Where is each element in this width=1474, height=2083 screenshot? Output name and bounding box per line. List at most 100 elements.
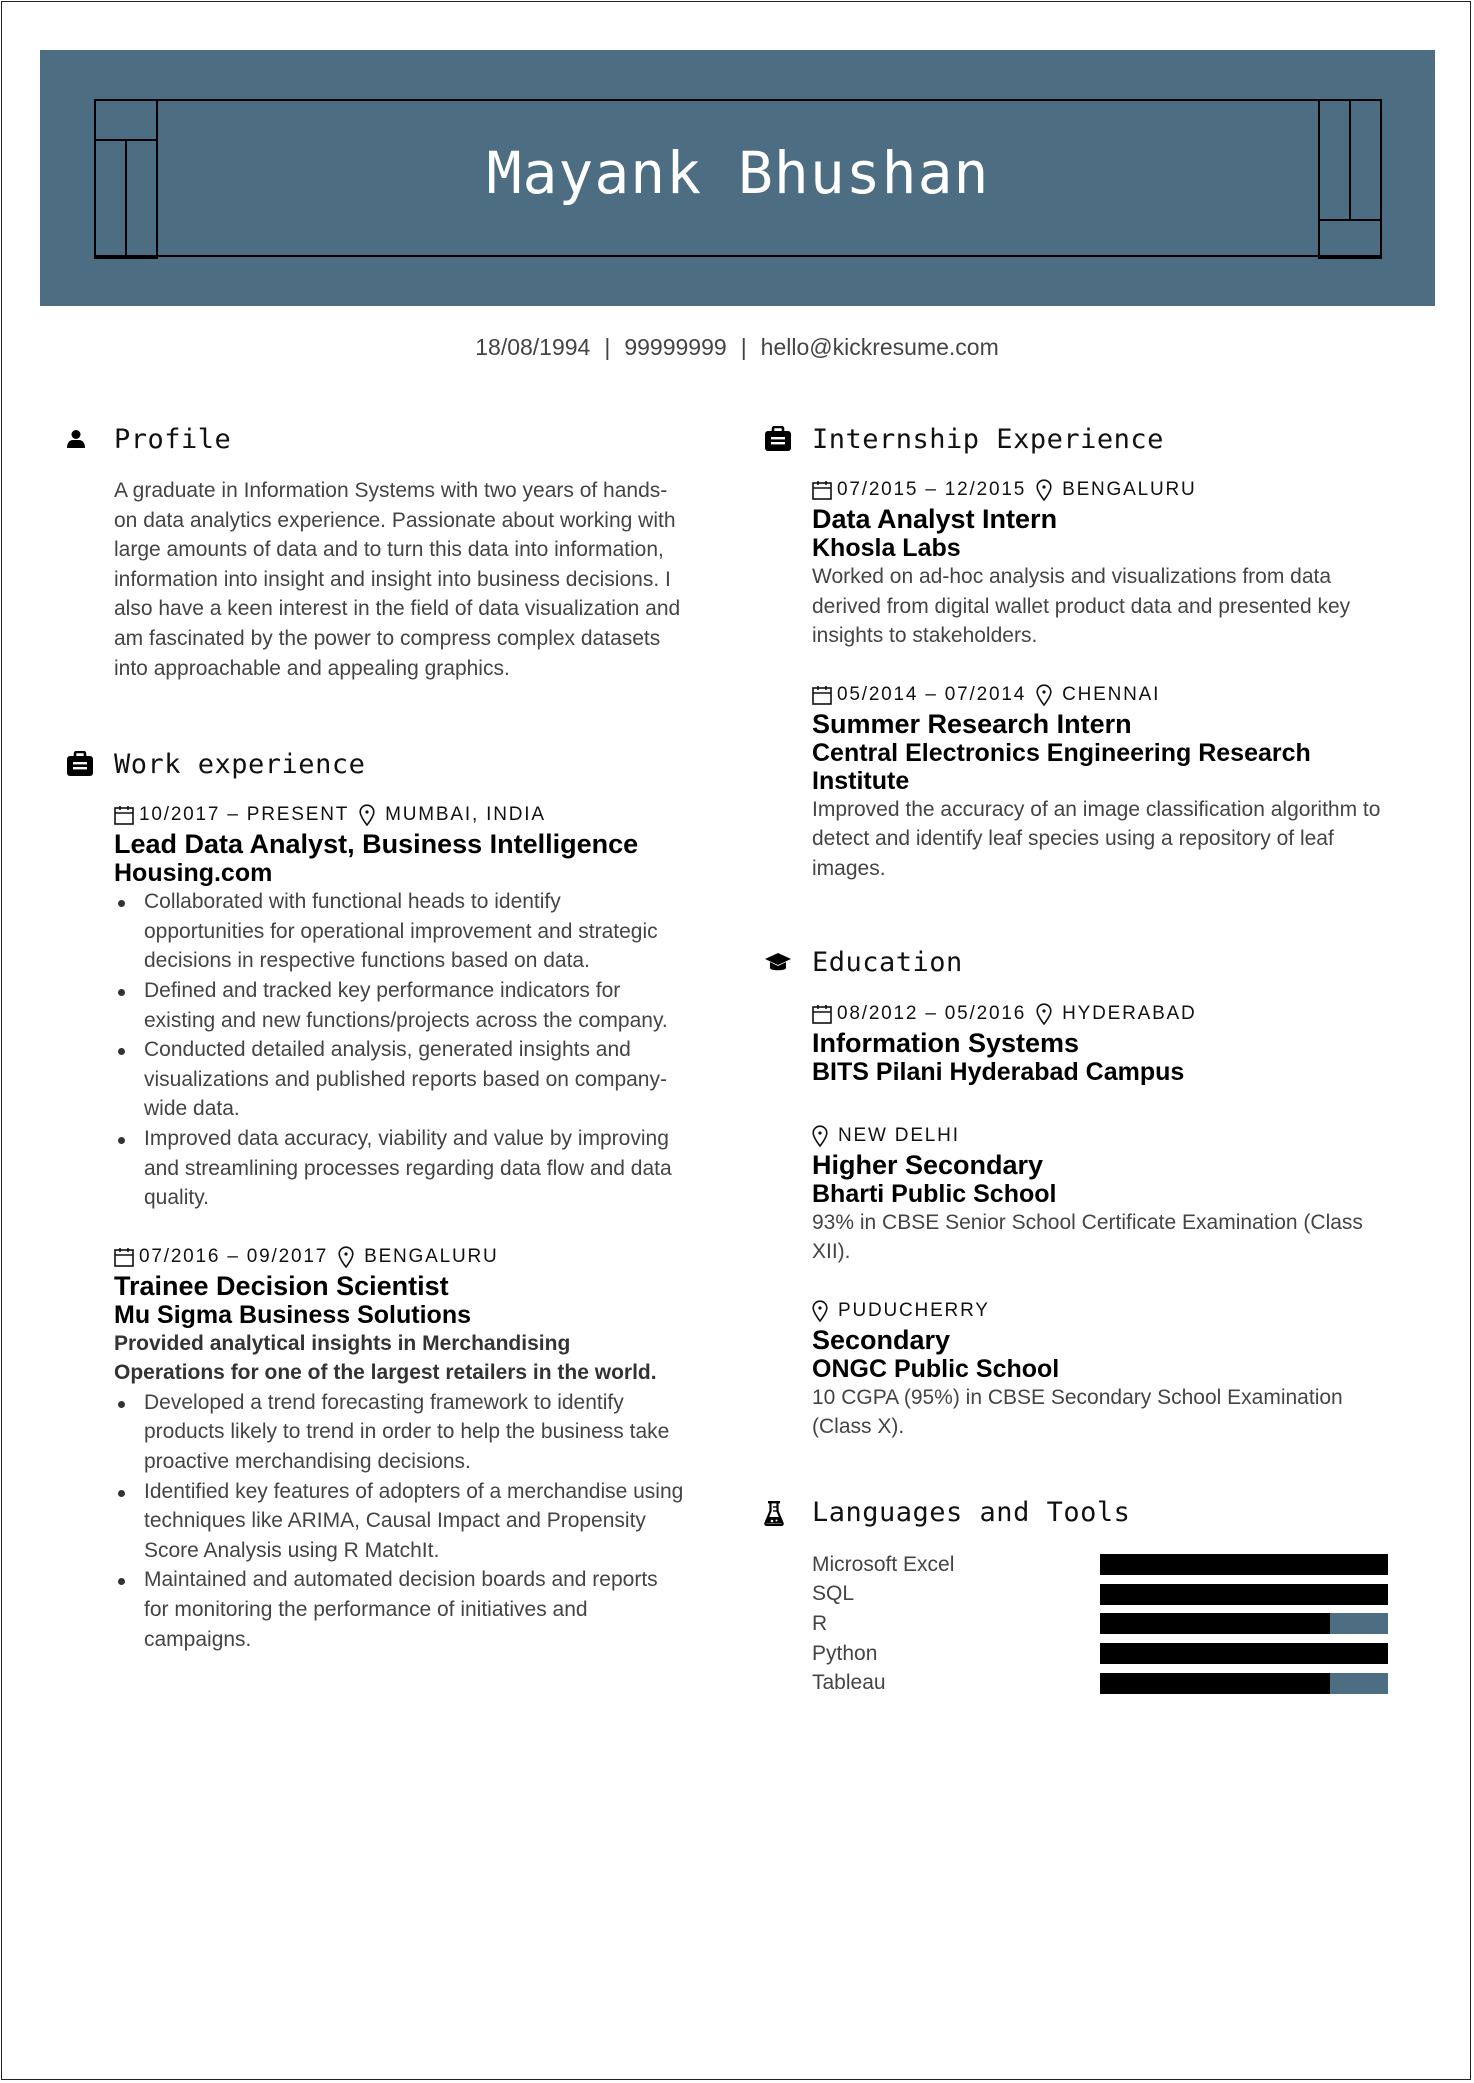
location-pin-icon [812,1300,828,1322]
education-entry: 08/2012 – 05/2016 HYDERABAD Information … [812,1000,1394,1086]
flask-icon [764,1500,812,1526]
responsibility-list: Collaborated with functional heads to id… [114,887,686,1213]
section-header: Education [764,942,1394,984]
frame-decoration [94,99,158,141]
entry-location: BENGALURU [364,1245,499,1267]
skills-section: Languages and Tools Microsoft Excel SQL … [764,1492,1394,1698]
entry-dates: 10/2017 – PRESENT [139,804,350,826]
degree-name: Secondary [812,1324,951,1355]
entry-description: Worked on ad-hoc analysis and visualizat… [812,565,1351,648]
email-address[interactable]: hello@kickresume.com [761,334,999,360]
entry-location: PUDUCHERRY [838,1299,990,1321]
profile-text: A graduate in Information Systems with t… [114,479,681,680]
skill-level-bar [1100,1643,1388,1665]
skill-level-fill [1100,1643,1388,1665]
role-summary: Provided analytical insights in Merchand… [114,1331,657,1385]
list-item: Conducted detailed analysis, generated i… [114,1035,686,1124]
location-pin-icon [338,1246,354,1268]
entry-meta: 08/2012 – 05/2016 HYDERABAD [812,1000,1394,1028]
right-column: Internship Experience 07/2015 – 12/2015 … [764,418,1394,1742]
section-header: Profile [66,418,686,460]
entry-location: HYDERABAD [1062,1002,1197,1024]
skill-name: Python [812,1641,878,1665]
list-item: Identified key features of adopters of a… [114,1477,686,1566]
internship-section: Internship Experience 07/2015 – 12/2015 … [764,418,1394,884]
briefcase-icon [66,751,114,777]
job-title: Summer Research Intern [812,708,1132,739]
location-pin-icon [1036,479,1052,501]
location-pin-icon [812,1124,828,1147]
job-title: Data Analyst Intern [812,504,1058,534]
section-title: Work experience [114,748,366,780]
school-name: Bharti Public School [812,1179,1057,1208]
skill-name: Microsoft Excel [812,1552,955,1576]
header-banner: Mayank Bhushan [40,50,1435,306]
school-name: ONGC Public School [812,1354,1060,1383]
work-entry: 10/2017 – PRESENT MUMBAI, INDIA Lead Dat… [114,801,686,1213]
entry-location: CHENNAI [1062,683,1161,705]
list-item: Maintained and automated decision boards… [114,1565,686,1654]
briefcase-icon [764,426,812,452]
skill-row: Tableau [812,1668,1394,1698]
skill-level-bar [1100,1583,1388,1605]
entry-location: MUMBAI, INDIA [385,804,546,826]
entry-description: Improved the accuracy of an image classi… [812,797,1381,880]
contact-line: 18/08/1994 | 99999999 | hello@kickresume.com [0,334,1474,361]
entry-meta: PUDUCHERRY [812,1297,1394,1325]
skills-list: Microsoft Excel SQL R Python Tableau [812,1550,1394,1698]
skill-row: R [812,1609,1394,1639]
skill-row: Python [812,1639,1394,1669]
skill-name: SQL [812,1582,855,1606]
location-pin-icon [1036,684,1052,706]
skill-level-bar [1100,1554,1388,1576]
entry-meta: NEW DELHI [812,1122,1394,1150]
graduation-cap-icon [764,952,812,974]
skill-level-fill [1100,1672,1331,1694]
entry-dates: 05/2014 – 07/2014 [837,683,1027,705]
education-entry: NEW DELHI Higher Secondary Bharti Public… [812,1122,1394,1267]
skill-level-fill [1100,1583,1388,1605]
responsibility-list: Developed a trend forecasting framework … [114,1388,686,1654]
company-name: Mu Sigma Business Solutions [114,1300,471,1329]
calendar-icon [812,685,832,705]
education-entry: PUDUCHERRY Secondary ONGC Public School … [812,1297,1394,1442]
skill-row: SQL [812,1580,1394,1610]
skill-level-fill [1100,1613,1331,1635]
entry-meta: 07/2015 – 12/2015 BENGALURU [812,476,1394,504]
work-experience-section: Work experience 10/2017 – PRESENT MUMBAI… [66,743,686,1654]
section-title: Languages and Tools [812,1497,1131,1529]
calendar-icon [114,805,134,825]
degree-name: Higher Secondary [812,1149,1044,1180]
list-item: Improved data accuracy, viability and va… [114,1124,686,1213]
section-header: Internship Experience [764,418,1394,460]
list-item: Developed a trend forecasting framework … [114,1388,686,1477]
calendar-icon [812,480,832,500]
section-title: Internship Experience [812,423,1164,455]
skill-level-bar [1100,1613,1388,1635]
entry-location: BENGALURU [1062,479,1197,500]
skill-level-fill [1100,1554,1388,1576]
profile-section: Profile A graduate in Information System… [66,418,686,683]
candidate-name: Mayank Bhushan [486,139,990,207]
section-title: Profile [114,423,232,455]
location-pin-icon [1036,1002,1052,1025]
company-name: Khosla Labs [812,534,961,562]
entry-dates: 08/2012 – 05/2016 [837,1002,1027,1024]
calendar-icon [812,1004,832,1024]
company-name: Central Electronics Engineering Research… [812,738,1311,795]
work-entry: 07/2016 – 09/2017 BENGALURU Trainee Deci… [114,1243,686,1655]
job-title: Trainee Decision Scientist [114,1270,449,1301]
separator: | [604,334,611,360]
separator: | [740,334,747,360]
list-item: Defined and tracked key performance indi… [114,976,686,1035]
education-section: Education 08/2012 – 05/2016 HYDERABAD In… [764,942,1394,1442]
entry-dates: 07/2015 – 12/2015 [837,479,1027,500]
skill-name: Tableau [812,1671,886,1695]
phone-number: 99999999 [624,334,727,360]
entry-location: NEW DELHI [838,1124,960,1146]
entry-description: 93% in CBSE Senior School Certificate Ex… [812,1210,1363,1264]
degree-name: Information Systems [812,1027,1080,1058]
internship-entry: 07/2015 – 12/2015 BENGALURU Data Analyst… [812,476,1394,651]
frame-decoration [1318,219,1382,259]
school-name: BITS Pilani Hyderabad Campus [812,1057,1185,1086]
